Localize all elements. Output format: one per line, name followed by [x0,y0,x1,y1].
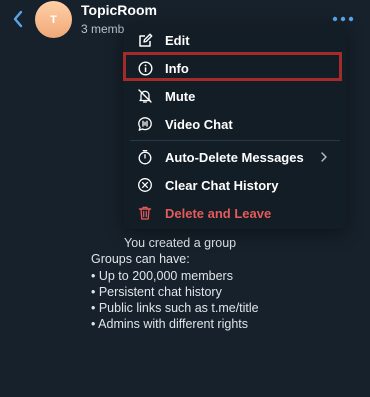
bell-off-icon [137,88,153,104]
empty-chat-heading: You created a group [124,236,237,250]
menu-item-delete-leave[interactable]: Delete and Leave [124,199,346,227]
chat-title[interactable]: TopicRoom [81,2,157,18]
menu-item-label: Auto-Delete Messages [165,149,304,165]
feature-bullet: • Up to 200,000 members [91,268,233,283]
feature-bullet: • Public links such as t.me/title [91,301,259,316]
menu-item-mute[interactable]: Mute [124,82,346,110]
empty-chat-intro: Groups can have: [91,252,190,267]
menu-item-label: Mute [165,88,196,104]
menu-item-info[interactable]: Info [124,54,346,82]
avatar-letter: T [50,13,57,26]
chat-screen: T TopicRoom 3 memb You created a group G… [0,0,370,397]
chevron-left-icon [13,10,23,28]
chevron-right-icon [320,150,328,168]
clear-circle-icon [137,177,153,193]
video-chat-icon [137,116,153,132]
member-count: 3 memb [81,22,125,36]
menu-item-edit[interactable]: Edit [124,26,346,54]
info-circle-icon [137,60,153,76]
chat-options-menu: Edit Info Mute Video Chat Auto-Delete Me… [123,25,346,229]
edit-square-icon [137,32,153,48]
feature-bullet: • Admins with different rights [91,317,248,332]
menu-item-auto-delete[interactable]: Auto-Delete Messages [124,143,346,171]
menu-item-video-chat[interactable]: Video Chat [124,110,346,138]
menu-item-label: Video Chat [165,116,233,132]
feature-bullet: • Persistent chat history [91,284,222,299]
ellipsis-horizontal-icon [332,16,354,22]
avatar[interactable]: T [35,1,72,38]
menu-item-label: Clear Chat History [165,177,279,193]
menu-item-label: Delete and Leave [165,205,272,221]
menu-item-clear-history[interactable]: Clear Chat History [124,171,346,199]
empty-chat-info: You created a group Groups can have: • U… [91,235,331,333]
timer-icon [137,149,153,165]
back-button[interactable] [8,9,28,29]
trash-icon [137,205,153,221]
menu-item-label: Edit [165,32,190,48]
menu-divider [130,140,340,141]
menu-item-label: Info [165,60,189,76]
